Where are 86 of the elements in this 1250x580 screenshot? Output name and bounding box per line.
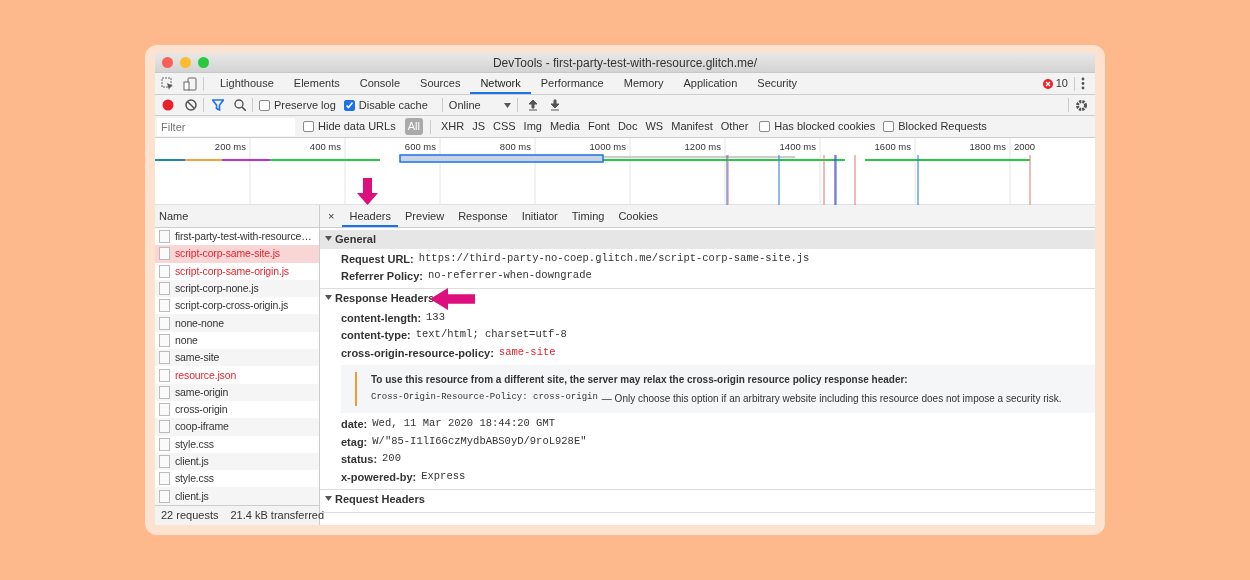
section-header[interactable]: Response Headers bbox=[320, 289, 1095, 308]
header-name: status: bbox=[341, 452, 378, 467]
close-button[interactable]: × bbox=[320, 207, 343, 225]
tick-label: 1000 ms bbox=[589, 140, 626, 154]
tick-label: 1600 ms bbox=[874, 140, 911, 154]
request-row[interactable]: same-site bbox=[155, 349, 319, 367]
tick-label: 1400 ms bbox=[779, 140, 816, 154]
header-value: 200 bbox=[382, 451, 401, 467]
panel-tab[interactable]: Application bbox=[673, 73, 748, 94]
header-value: same-site bbox=[498, 344, 556, 360]
column-header[interactable]: Name bbox=[159, 207, 189, 225]
type-filter[interactable]: Media bbox=[546, 118, 583, 135]
detail-tab[interactable]: Timing bbox=[564, 205, 612, 227]
header-name: content-type: bbox=[341, 328, 411, 343]
detail-tab[interactable]: Preview bbox=[398, 205, 452, 227]
header-value: no-referrer-when-downgrade bbox=[427, 268, 592, 284]
blocked-requests-checkbox[interactable]: Blocked Requests bbox=[883, 118, 987, 135]
tick-label: 1200 ms bbox=[684, 140, 721, 154]
tick-label: 200 ms bbox=[214, 140, 246, 154]
type-filter[interactable]: Img bbox=[520, 118, 545, 135]
type-filter[interactable]: Doc bbox=[614, 118, 641, 135]
request-row[interactable]: same-origin bbox=[155, 383, 319, 401]
request-row[interactable]: script-corp-cross-origin.js bbox=[155, 297, 319, 315]
type-filter[interactable]: Font bbox=[584, 118, 613, 135]
header-name: content-length: bbox=[341, 310, 422, 326]
header-name: Request URL: bbox=[341, 251, 414, 267]
panel-tab[interactable]: Elements bbox=[283, 73, 350, 94]
note-title: To use this resource from a different site, the server may relax the cross-origin resource policy response header: bbox=[371, 372, 909, 387]
request-row[interactable]: style.css bbox=[155, 435, 319, 453]
section-header[interactable]: Request Headers bbox=[320, 489, 1095, 509]
preserve-log-checkbox[interactable]: Preserve log bbox=[259, 96, 336, 114]
disable-cache-checkbox[interactable]: Disable cache bbox=[343, 96, 428, 114]
header-name: x-powered-by: bbox=[341, 469, 417, 485]
panel-tab[interactable]: Lighthouse bbox=[210, 73, 284, 94]
panel-tab[interactable]: Performance bbox=[530, 73, 614, 94]
request-row[interactable]: none bbox=[155, 331, 319, 350]
panel-tab[interactable]: Security bbox=[747, 73, 808, 94]
header-value: text/html; charset=utf-8 bbox=[415, 327, 567, 343]
window-title: DevTools - first-party-test-with-resource.glitch.me/ bbox=[491, 54, 759, 72]
detail-tab[interactable]: Initiator bbox=[514, 205, 565, 227]
type-filter[interactable]: WS bbox=[642, 118, 667, 135]
type-filter[interactable]: Manifest bbox=[668, 118, 716, 135]
tick-label: 800 ms bbox=[499, 140, 531, 154]
header-name: date: bbox=[341, 417, 368, 432]
request-row[interactable]: style.css bbox=[155, 470, 319, 488]
request-row[interactable]: client.js bbox=[155, 452, 319, 471]
request-row[interactable]: coop-iframe bbox=[155, 418, 319, 436]
header-name: Referrer Policy: bbox=[341, 269, 423, 284]
tick-label: 600 ms bbox=[404, 140, 436, 154]
tick-label: 1800 ms bbox=[969, 140, 1006, 154]
panel-tab[interactable]: Memory bbox=[613, 73, 674, 94]
type-filter[interactable]: XHR bbox=[437, 118, 468, 135]
request-row[interactable]: resource.json bbox=[155, 366, 319, 384]
header-name: cross-origin-resource-policy: bbox=[341, 345, 494, 361]
header-name: etag: bbox=[341, 434, 368, 450]
type-filter[interactable]: Other bbox=[717, 118, 752, 135]
transfer-size: 21.4 kB transferred bbox=[230, 508, 325, 524]
request-row[interactable]: none-none bbox=[155, 314, 319, 332]
header-code: Cross-Origin-Resource-Policy: cross-origin bbox=[371, 390, 598, 404]
request-row[interactable]: first-party-test-with-resource… bbox=[155, 228, 319, 246]
section-header[interactable]: General bbox=[320, 230, 1095, 249]
header-value: 133 bbox=[426, 309, 445, 325]
error-count[interactable]: 10 bbox=[1055, 75, 1068, 92]
note-text: — Only choose this option if an arbitrary website including this resource does not impose a security risk. bbox=[601, 391, 1062, 406]
detail-tab[interactable]: Response bbox=[451, 205, 515, 227]
tick-label: 2000 bbox=[1014, 140, 1036, 154]
header-value: W/"85-I1lI6GczMydbABS0yD/9roL928E" bbox=[372, 433, 587, 449]
tick-label: 400 ms bbox=[309, 140, 341, 154]
header-value: Wed, 11 Mar 2020 18:44:20 GMT bbox=[372, 416, 555, 432]
hide-data-urls-checkbox[interactable]: Hide data URLs bbox=[303, 118, 396, 135]
request-row[interactable]: script-corp-same-origin.js bbox=[155, 262, 319, 280]
detail-tab[interactable]: Headers bbox=[342, 205, 398, 227]
request-count: 22 requests bbox=[161, 508, 219, 524]
header-value: https://third-party-no-coep.glitch.me/script-corp-same-site.js bbox=[418, 250, 810, 266]
panel-tab[interactable]: Sources bbox=[410, 73, 471, 94]
request-row[interactable]: client.js bbox=[155, 487, 319, 505]
filter-field[interactable]: Filter bbox=[157, 117, 295, 136]
blocked-cookies-checkbox[interactable]: Has blocked cookies bbox=[759, 118, 876, 135]
type-filter[interactable]: JS bbox=[469, 118, 488, 135]
throttling-dropdown[interactable]: Online bbox=[448, 96, 511, 114]
detail-tab[interactable]: Cookies bbox=[611, 205, 666, 227]
header-value: Express bbox=[421, 468, 466, 484]
panel-tab[interactable]: Console bbox=[349, 73, 411, 94]
type-filter[interactable]: CSS bbox=[489, 118, 519, 135]
request-row[interactable]: script-corp-none.js bbox=[155, 279, 319, 298]
request-row[interactable]: cross-origin bbox=[155, 400, 319, 419]
